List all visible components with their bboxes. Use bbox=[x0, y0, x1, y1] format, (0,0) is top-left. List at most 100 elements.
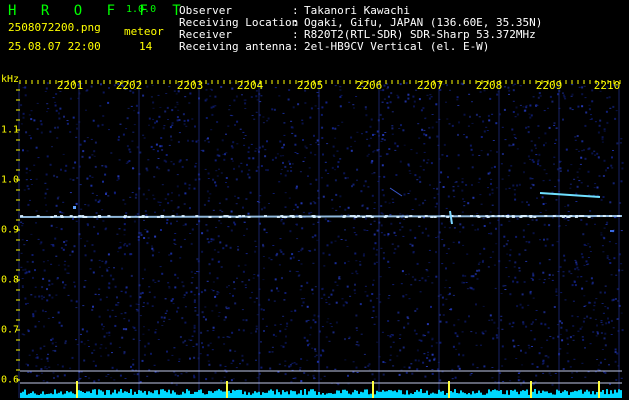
noise-speck bbox=[527, 224, 530, 226]
noise-speck bbox=[418, 339, 421, 341]
noise-speck bbox=[214, 181, 217, 184]
noise-speck bbox=[277, 290, 280, 292]
noise-speck bbox=[118, 135, 120, 138]
noise-speck bbox=[262, 243, 264, 246]
noise-speck bbox=[544, 202, 547, 204]
noise-speck bbox=[471, 101, 473, 103]
noise-speck bbox=[207, 178, 210, 179]
noise-speck bbox=[151, 247, 154, 250]
noise-speck bbox=[170, 222, 172, 225]
noise-speck bbox=[571, 109, 574, 111]
noise-speck bbox=[441, 154, 444, 156]
noise-speck bbox=[410, 363, 413, 365]
noise-speck bbox=[32, 313, 35, 316]
noise-speck bbox=[352, 104, 355, 106]
noise-speck bbox=[33, 119, 36, 122]
noise-speck bbox=[45, 87, 48, 90]
noise-speck bbox=[252, 157, 255, 160]
noise-speck bbox=[360, 333, 363, 335]
noise-speck bbox=[171, 192, 173, 194]
noise-speck bbox=[244, 108, 247, 109]
noise-speck bbox=[423, 143, 426, 145]
noise-speck bbox=[172, 163, 175, 166]
noise-speck bbox=[284, 206, 287, 208]
noise-speck bbox=[195, 286, 198, 289]
noise-speck bbox=[84, 280, 87, 282]
noise-speck bbox=[303, 372, 306, 374]
noise-speck bbox=[573, 281, 576, 283]
noise-speck bbox=[408, 165, 411, 167]
noise-speck bbox=[211, 113, 214, 116]
noise-speck bbox=[462, 244, 465, 246]
noise-speck bbox=[187, 119, 190, 122]
noise-speck bbox=[323, 265, 326, 267]
amplitude-bar bbox=[192, 393, 194, 398]
noise-speck bbox=[539, 212, 542, 213]
carrier-bright-speck bbox=[609, 215, 613, 217]
noise-speck bbox=[531, 219, 534, 221]
noise-speck bbox=[335, 193, 338, 196]
noise-speck bbox=[548, 273, 551, 276]
noise-speck bbox=[184, 339, 187, 342]
noise-speck bbox=[21, 223, 24, 225]
noise-speck bbox=[594, 154, 597, 156]
noise-speck bbox=[507, 240, 509, 242]
noise-speck bbox=[593, 301, 596, 304]
amplitude-bar bbox=[504, 394, 506, 398]
amplitude-bar bbox=[328, 393, 330, 398]
noise-speck bbox=[587, 170, 590, 173]
noise-speck bbox=[55, 345, 58, 347]
noise-speck bbox=[314, 105, 317, 107]
carrier-bright-speck bbox=[581, 215, 585, 217]
noise-speck bbox=[235, 367, 238, 369]
file-name: 2508072200.png bbox=[8, 21, 101, 34]
noise-speck bbox=[445, 298, 448, 300]
amplitude-bar bbox=[290, 390, 292, 398]
noise-speck bbox=[191, 335, 194, 337]
noise-speck bbox=[265, 325, 268, 327]
noise-speck bbox=[611, 156, 613, 159]
noise-speck bbox=[146, 242, 149, 245]
noise-speck bbox=[363, 184, 366, 187]
carrier-bright-speck bbox=[208, 216, 212, 218]
noise-speck bbox=[322, 350, 325, 353]
noise-speck bbox=[593, 187, 596, 189]
noise-speck bbox=[488, 233, 490, 235]
noise-speck bbox=[296, 153, 299, 155]
noise-speck bbox=[581, 93, 584, 96]
noise-speck bbox=[463, 282, 465, 284]
amplitude-bar bbox=[450, 391, 452, 398]
noise-speck bbox=[39, 243, 42, 245]
noise-speck bbox=[508, 89, 511, 92]
noise-speck bbox=[263, 330, 265, 332]
noise-speck bbox=[576, 316, 579, 318]
noise-speck bbox=[549, 375, 552, 376]
noise-speck bbox=[111, 352, 113, 354]
noise-speck bbox=[509, 380, 512, 382]
noise-speck bbox=[373, 150, 376, 152]
noise-speck bbox=[163, 125, 166, 127]
noise-speck bbox=[51, 296, 54, 299]
noise-speck bbox=[396, 94, 399, 96]
noise-speck bbox=[508, 220, 511, 222]
noise-speck bbox=[324, 218, 327, 221]
noise-speck bbox=[168, 254, 171, 256]
noise-speck bbox=[104, 262, 107, 265]
noise-speck bbox=[190, 270, 193, 273]
time-tick-label: 2208 bbox=[475, 79, 503, 92]
time-tick-label: 2207 bbox=[416, 79, 444, 92]
noise-speck bbox=[424, 335, 426, 337]
noise-speck bbox=[299, 367, 302, 369]
noise-speck bbox=[216, 277, 219, 280]
amplitude-bar bbox=[114, 389, 116, 398]
noise-speck bbox=[584, 124, 587, 127]
noise-speck bbox=[375, 316, 378, 318]
noise-speck bbox=[159, 266, 162, 268]
noise-speck bbox=[573, 358, 576, 360]
noise-speck bbox=[571, 315, 574, 317]
noise-speck bbox=[254, 240, 257, 242]
noise-speck bbox=[303, 336, 306, 339]
amplitude-bar bbox=[60, 391, 62, 398]
noise-speck bbox=[237, 264, 240, 267]
noise-speck bbox=[540, 322, 543, 325]
